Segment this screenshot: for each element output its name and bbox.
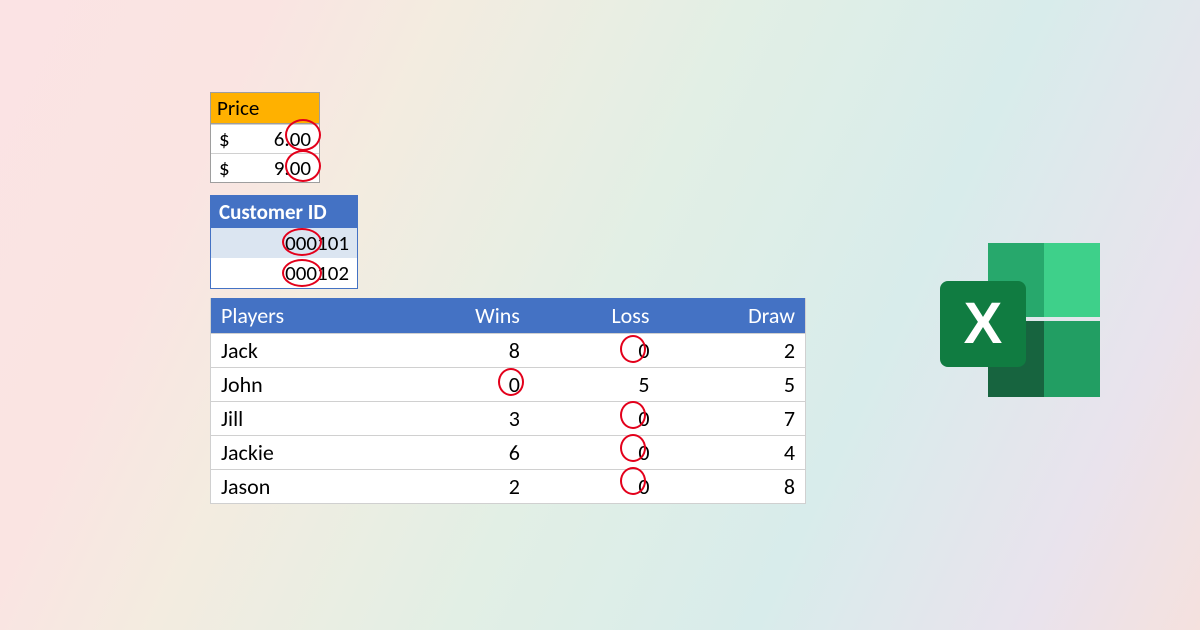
price-table: Price $ 6.00 $ 9.00 [210, 92, 320, 183]
customer-table: Customer ID 000101 000102 [210, 195, 358, 289]
players-table: Players Wins Loss Draw Jack 8 0 2 John 0… [210, 298, 806, 504]
player-loss: 0 [530, 402, 660, 435]
player-wins: 8 [361, 334, 530, 367]
customer-row: 000101 [211, 228, 357, 258]
player-name: Jackie [211, 436, 361, 469]
excel-icon: X [930, 235, 1110, 405]
excel-x-glyph: X [964, 291, 1003, 356]
col-header-draw: Draw [660, 298, 806, 333]
price-row: $ 9.00 [211, 153, 319, 182]
players-header-row: Players Wins Loss Draw [211, 298, 805, 333]
player-name: Jason [211, 470, 361, 503]
player-draw: 7 [660, 402, 806, 435]
player-draw: 5 [660, 368, 806, 401]
table-row: Jack 8 0 2 [211, 333, 805, 367]
player-name: Jack [211, 334, 361, 367]
price-value: 9.00 [239, 154, 319, 182]
price-row: $ 6.00 [211, 124, 319, 153]
player-draw: 8 [660, 470, 806, 503]
player-wins: 0 [361, 368, 530, 401]
price-value: 6.00 [239, 125, 319, 153]
currency-symbol: $ [211, 125, 239, 153]
table-row: Jill 3 0 7 [211, 401, 805, 435]
player-loss: 0 [530, 470, 660, 503]
col-header-wins: Wins [361, 298, 530, 333]
player-draw: 4 [660, 436, 806, 469]
player-loss: 0 [530, 436, 660, 469]
table-row: John 0 5 5 [211, 367, 805, 401]
player-wins: 3 [361, 402, 530, 435]
col-header-loss: Loss [530, 298, 660, 333]
player-draw: 2 [660, 334, 806, 367]
player-wins: 2 [361, 470, 530, 503]
player-name: Jill [211, 402, 361, 435]
customer-header: Customer ID [211, 196, 357, 228]
customer-row: 000102 [211, 258, 357, 288]
col-header-players: Players [211, 298, 361, 333]
price-header: Price [211, 93, 319, 124]
player-loss: 5 [530, 368, 660, 401]
player-name: John [211, 368, 361, 401]
currency-symbol: $ [211, 154, 239, 182]
player-loss: 0 [530, 334, 660, 367]
player-wins: 6 [361, 436, 530, 469]
table-row: Jason 2 0 8 [211, 469, 805, 503]
table-row: Jackie 6 0 4 [211, 435, 805, 469]
